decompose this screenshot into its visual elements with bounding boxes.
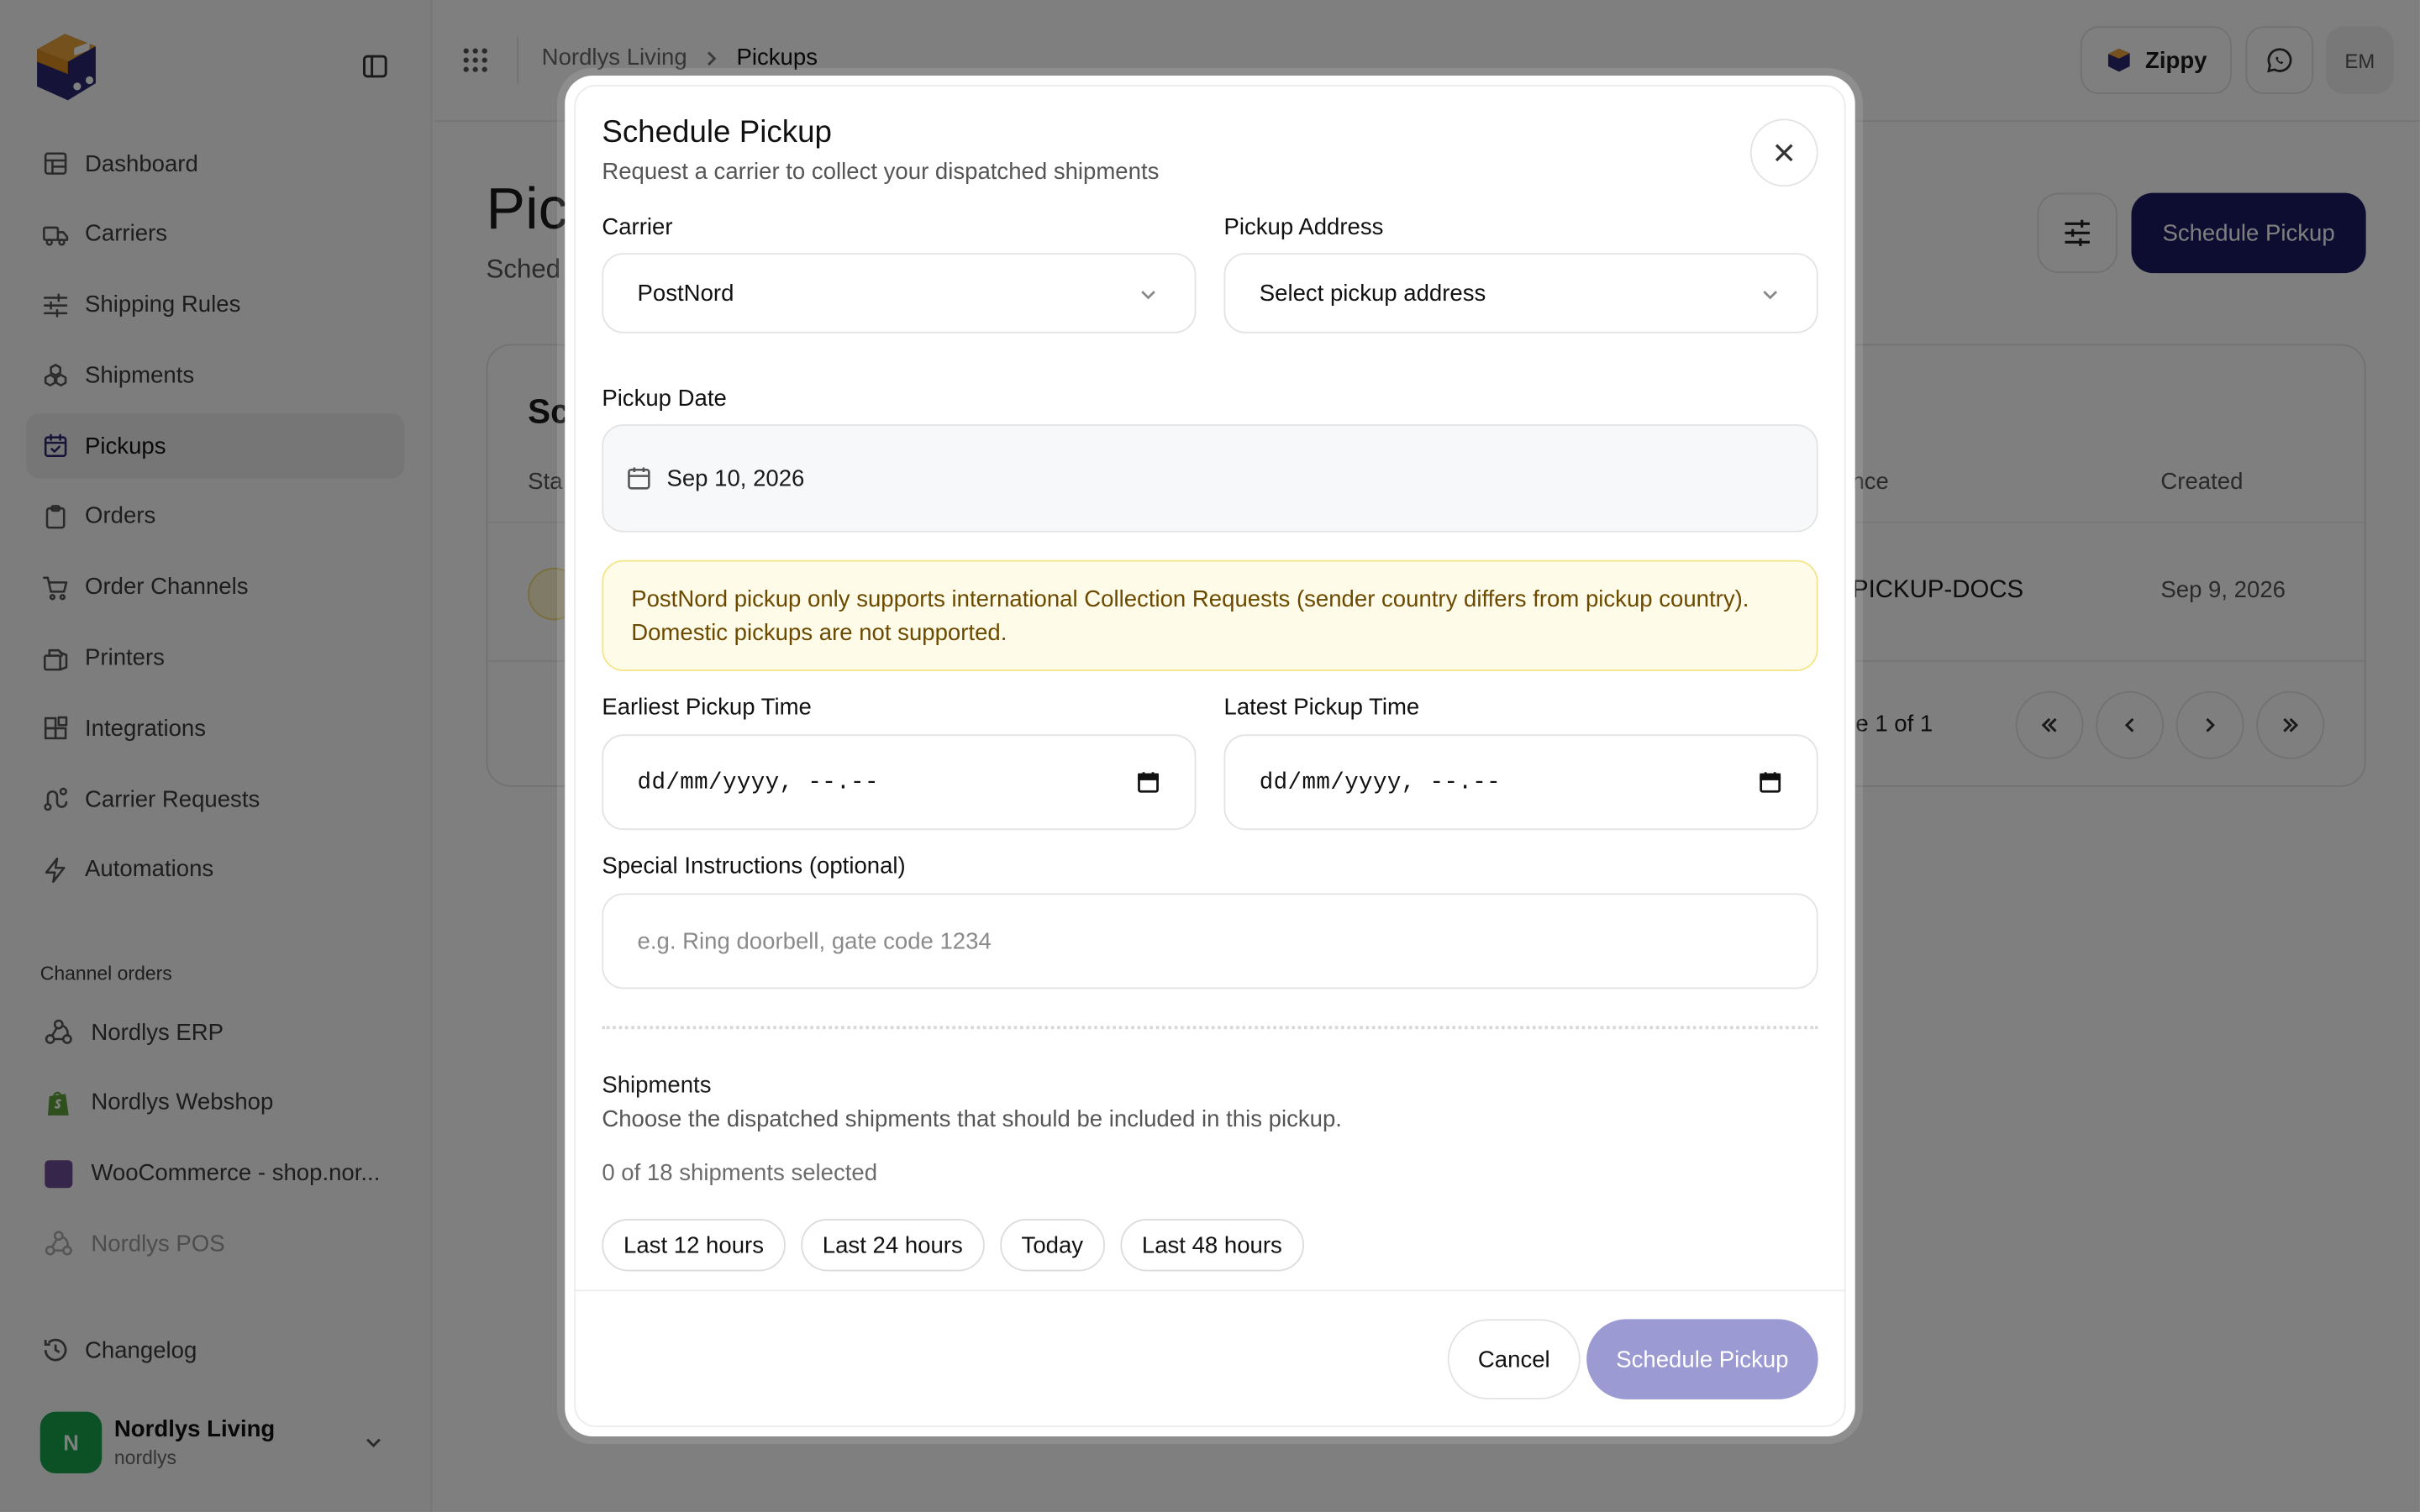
time-range-chips: Last 12 hours Last 24 hours Today Last 4… [602, 1218, 1319, 1272]
calendar-icon [628, 467, 650, 490]
pickup-address-label: Pickup Address [1223, 214, 1384, 241]
calendar-picker-icon[interactable] [1136, 770, 1160, 795]
warning-line-2: Domestic pickups are not supported. [631, 620, 1007, 647]
pickup-date-label: Pickup Date [602, 386, 727, 412]
chip-last-48-hours[interactable]: Last 48 hours [1120, 1218, 1304, 1272]
warning-line-1: PostNord pickup only supports internatio… [631, 585, 1749, 613]
pickup-address-value: Select pickup address [1259, 280, 1486, 307]
shipments-subtitle: Choose the dispatched shipments that sho… [602, 1105, 1342, 1133]
pickup-date-value: Sep 10, 2026 [666, 465, 805, 491]
latest-time-label: Latest Pickup Time [1223, 694, 1420, 721]
section-divider [602, 1026, 1818, 1030]
pickup-address-select[interactable]: Select pickup address [1223, 253, 1818, 333]
shipments-selected-count: 0 of 18 shipments selected [602, 1160, 878, 1187]
carrier-label: Carrier [602, 214, 673, 241]
latest-time-value: dd/mm/yyyy, --.-- [1259, 769, 1502, 795]
latest-time-input[interactable]: dd/mm/yyyy, --.-- [1223, 734, 1818, 831]
shipments-title: Shipments [602, 1072, 712, 1099]
footer-divider [574, 1289, 1846, 1292]
carrier-select[interactable]: PostNord [602, 253, 1197, 333]
dialog-title: Schedule Pickup [602, 115, 832, 150]
pickup-date-field[interactable]: Sep 10, 2026 [602, 424, 1818, 533]
instructions-label: Special Instructions (optional) [602, 853, 906, 879]
carrier-warning-alert: PostNord pickup only supports internatio… [602, 559, 1818, 671]
chevron-down-icon [1758, 282, 1782, 307]
instructions-input[interactable]: e.g. Ring doorbell, gate code 1234 [602, 893, 1818, 990]
close-button[interactable] [1749, 118, 1818, 187]
chip-today[interactable]: Today [999, 1218, 1105, 1272]
app-root: DashboardCarriersShipping RulesShipments… [0, 0, 2420, 1512]
dialog-subtitle: Request a carrier to collect your dispat… [602, 159, 1160, 186]
schedule-pickup-submit-button[interactable]: Schedule Pickup [1586, 1319, 1818, 1399]
cancel-button[interactable]: Cancel [1447, 1319, 1581, 1399]
chevron-down-icon [1136, 282, 1160, 307]
close-icon [1770, 139, 1798, 166]
earliest-time-value: dd/mm/yyyy, --.-- [637, 769, 879, 795]
earliest-time-label: Earliest Pickup Time [602, 694, 812, 721]
schedule-pickup-dialog: Schedule Pickup Request a carrier to col… [565, 75, 1855, 1436]
chip-last-24-hours[interactable]: Last 24 hours [801, 1218, 985, 1272]
calendar-picker-icon[interactable] [1758, 770, 1782, 795]
earliest-time-input[interactable]: dd/mm/yyyy, --.-- [602, 734, 1197, 831]
carrier-value: PostNord [637, 280, 734, 307]
chip-last-12-hours[interactable]: Last 12 hours [602, 1218, 786, 1272]
